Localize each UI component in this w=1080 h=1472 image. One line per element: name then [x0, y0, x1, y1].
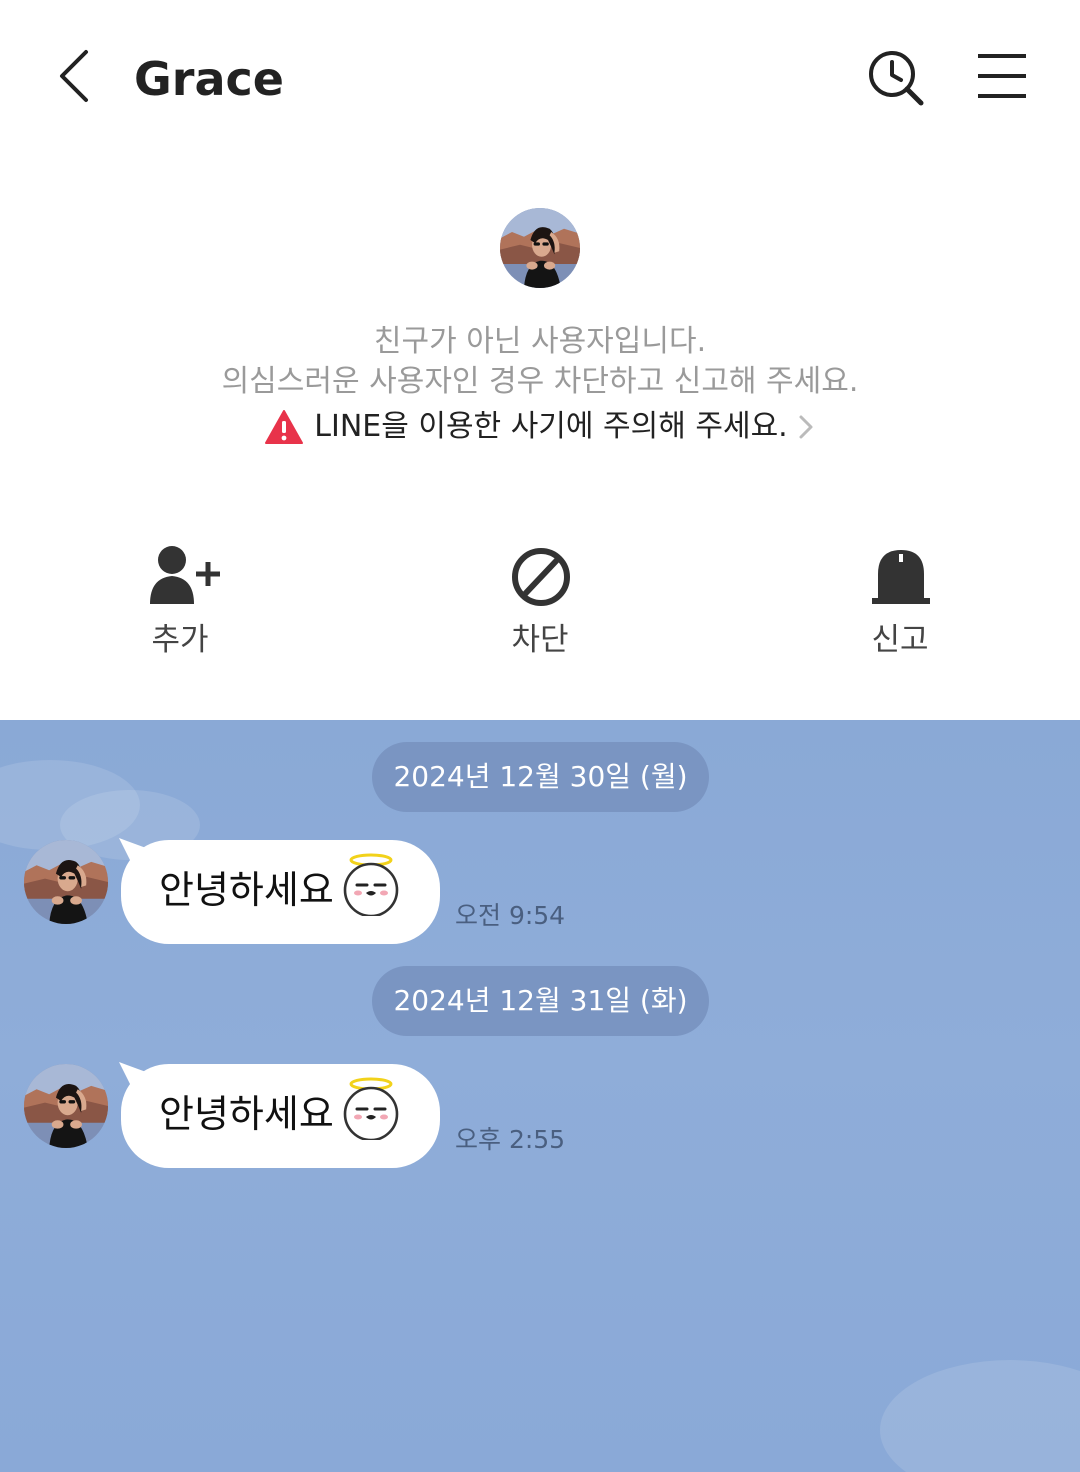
block-label: 차단: [511, 622, 569, 658]
message-text: 안녕하세요: [159, 868, 334, 912]
menu-button[interactable]: [974, 50, 1030, 106]
angel-emoji-icon: [339, 1076, 403, 1140]
message-time: 오후 2:55: [455, 1125, 566, 1154]
sender-avatar[interactable]: [24, 840, 108, 924]
chevron-left-icon: [60, 50, 88, 102]
add-label: 추가: [151, 622, 209, 658]
profile-avatar[interactable]: [500, 208, 580, 288]
cloud-decoration: [880, 1360, 1080, 1472]
block-report-advice: 의심스러운 사용자인 경우 차단하고 신고해 주세요.: [221, 364, 859, 399]
add-friend-button[interactable]: 추가: [110, 540, 250, 670]
chat-screen: Grace 친구가 아닌 사용자입니다. 의심스러운 사용자인 경우 차단하고 …: [0, 0, 1080, 1472]
chevron-right-icon: [799, 415, 813, 439]
sender-avatar[interactable]: [24, 1064, 108, 1148]
block-icon: [512, 548, 570, 606]
message-bubble[interactable]: 안녕하세요: [119, 838, 440, 944]
message-list[interactable]: 2024년 12월 30일 (월) 안녕하세요 오전 9:54 2024년 12…: [0, 720, 1080, 1472]
message-bubble[interactable]: 안녕하세요: [119, 1062, 440, 1168]
report-label: 신고: [871, 622, 929, 658]
message-time: 오전 9:54: [455, 901, 566, 930]
back-button[interactable]: [50, 44, 110, 108]
chat-header: Grace: [0, 0, 1080, 160]
bubble-tail: [119, 1062, 157, 1090]
search-button[interactable]: [864, 46, 928, 110]
date-separator: 2024년 12월 31일 (화): [372, 966, 709, 1036]
warning-text: LINE을 이용한 사기에 주의해 주세요.: [314, 409, 788, 444]
history-search-icon: [869, 51, 924, 106]
non-friend-notice: 친구가 아닌 사용자입니다.: [373, 324, 707, 359]
menu-icon: [978, 54, 1026, 98]
warning-icon: [265, 410, 304, 444]
chat-title: Grace: [134, 52, 284, 106]
message-text: 안녕하세요: [159, 1092, 334, 1136]
report-button[interactable]: 신고: [830, 540, 970, 670]
report-icon: [872, 550, 930, 604]
add-friend-icon: [150, 546, 220, 604]
fraud-warning-link[interactable]: LINE을 이용한 사기에 주의해 주세요.: [0, 406, 1080, 448]
block-button[interactable]: 차단: [470, 540, 610, 670]
angel-emoji-icon: [339, 852, 403, 916]
bubble-tail: [119, 838, 157, 866]
date-separator: 2024년 12월 30일 (월): [372, 742, 709, 812]
